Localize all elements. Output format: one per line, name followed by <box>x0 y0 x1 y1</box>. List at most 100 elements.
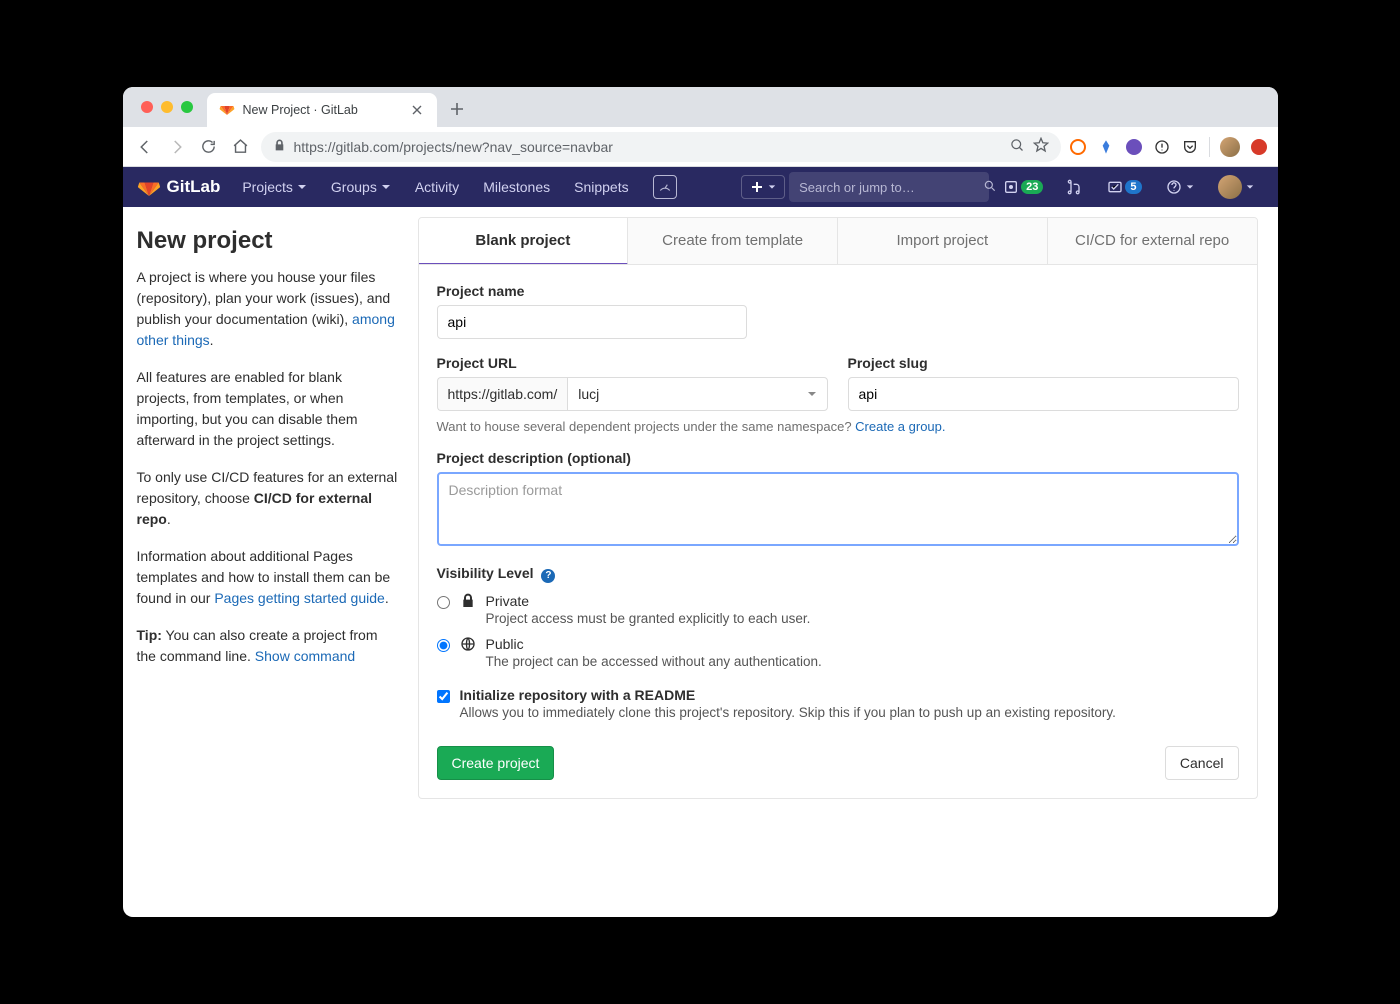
bookmark-star-icon[interactable] <box>1033 137 1049 156</box>
extension-icon[interactable] <box>1153 138 1171 156</box>
window-minimize-button[interactable] <box>161 101 173 113</box>
extension-icon[interactable] <box>1125 138 1143 156</box>
issues-count: 23 <box>1021 180 1043 194</box>
gitlab-favicon-icon <box>219 101 235 120</box>
todos-count: 5 <box>1125 180 1141 194</box>
nav-todos[interactable]: 5 <box>1097 173 1151 201</box>
merge-request-icon <box>1067 179 1083 195</box>
visibility-private: Private Project access must be granted e… <box>437 593 1239 626</box>
nav-activity[interactable]: Activity <box>405 173 469 201</box>
readme-title: Initialize repository with a README <box>460 687 1239 703</box>
sidebar: New project A project is where you house… <box>123 207 418 917</box>
tab-create-from-template[interactable]: Create from template <box>628 218 838 264</box>
page-content: New project A project is where you house… <box>123 207 1278 917</box>
namespace-value: lucj <box>578 386 599 402</box>
nav-home-button[interactable] <box>229 135 253 159</box>
main-form: Blank project Create from template Impor… <box>418 207 1278 917</box>
label-project-slug: Project slug <box>848 355 1239 371</box>
lock-icon <box>273 139 286 155</box>
issues-icon <box>1003 179 1019 195</box>
nav-user-menu[interactable] <box>1208 169 1264 205</box>
pocket-icon[interactable] <box>1181 138 1199 156</box>
nav-forward-button[interactable] <box>165 135 189 159</box>
sidebar-link-pages-guide[interactable]: Pages getting started guide <box>214 590 384 606</box>
window-maximize-button[interactable] <box>181 101 193 113</box>
tab-cicd-external[interactable]: CI/CD for external repo <box>1048 218 1257 264</box>
nav-snippets[interactable]: Snippets <box>564 173 638 201</box>
radio-private[interactable] <box>437 596 450 609</box>
tab-close-icon[interactable] <box>409 102 425 118</box>
extension-icon[interactable] <box>1069 138 1087 156</box>
chevron-down-icon <box>807 386 817 402</box>
nav-reload-button[interactable] <box>197 135 221 159</box>
new-tab-button[interactable] <box>443 95 471 123</box>
search-input[interactable] <box>799 180 975 195</box>
visibility-public: Public The project can be accessed witho… <box>437 636 1239 669</box>
browser-tab[interactable]: New Project · GitLab <box>207 93 437 127</box>
namespace-hint: Want to house several dependent projects… <box>437 419 1239 434</box>
gauge-icon <box>653 175 677 199</box>
radio-public[interactable] <box>437 639 450 652</box>
lock-icon <box>460 593 476 612</box>
input-description[interactable] <box>437 472 1239 546</box>
extension-icon[interactable] <box>1097 138 1115 156</box>
window-controls <box>141 101 193 113</box>
sidebar-link-show-command[interactable]: Show command <box>255 648 355 664</box>
nav-groups[interactable]: Groups <box>321 173 401 201</box>
form-actions: Create project Cancel <box>437 746 1239 780</box>
public-desc: The project can be accessed without any … <box>486 654 1239 669</box>
nav-projects[interactable]: Projects <box>232 173 317 201</box>
help-icon[interactable]: ? <box>541 569 555 583</box>
address-bar: https://gitlab.com/projects/new?nav_sour… <box>123 127 1278 167</box>
extension-icon[interactable] <box>1250 138 1268 156</box>
private-desc: Project access must be granted explicitl… <box>486 611 1239 626</box>
form-body: Project name Project URL https://gitlab.… <box>418 265 1258 799</box>
brand-text: GitLab <box>167 177 221 197</box>
nav-plus-button[interactable] <box>741 175 785 199</box>
nav-search[interactable] <box>789 172 989 202</box>
nav-back-button[interactable] <box>133 135 157 159</box>
project-tabs: Blank project Create from template Impor… <box>418 217 1258 265</box>
url-text: https://gitlab.com/projects/new?nav_sour… <box>294 139 1002 155</box>
nav-milestones[interactable]: Milestones <box>473 173 560 201</box>
nav-merge-requests[interactable] <box>1057 173 1093 201</box>
sidebar-p3: To only use CI/CD features for an extern… <box>137 467 398 530</box>
nav-help[interactable] <box>1156 173 1204 201</box>
separator <box>1209 137 1210 157</box>
user-avatar <box>1218 175 1242 199</box>
gitlab-navbar: GitLab Projects Groups Activity Mileston… <box>123 167 1278 207</box>
url-field[interactable]: https://gitlab.com/projects/new?nav_sour… <box>261 132 1061 162</box>
input-project-slug[interactable] <box>848 377 1239 411</box>
browser-window: New Project · GitLab https://gitlab.com/… <box>123 87 1278 917</box>
nav-performance[interactable] <box>643 169 687 205</box>
public-title: Public <box>486 636 1239 652</box>
project-url-group: https://gitlab.com/ lucj <box>437 377 828 411</box>
sidebar-p5: Tip: You can also create a project from … <box>137 625 398 667</box>
chrome-tab-strip: New Project · GitLab <box>123 87 1278 127</box>
zoom-icon[interactable] <box>1010 138 1025 156</box>
checkbox-readme[interactable] <box>437 690 450 703</box>
help-icon <box>1166 179 1182 195</box>
readme-row: Initialize repository with a README Allo… <box>437 687 1239 720</box>
sidebar-p1: A project is where you house your files … <box>137 267 398 351</box>
cancel-button[interactable]: Cancel <box>1165 746 1239 780</box>
window-close-button[interactable] <box>141 101 153 113</box>
globe-icon <box>460 636 476 655</box>
todos-icon <box>1107 179 1123 195</box>
gitlab-logo[interactable]: GitLab <box>137 175 221 199</box>
input-project-name[interactable] <box>437 305 747 339</box>
tab-import-project[interactable]: Import project <box>838 218 1048 264</box>
create-project-button[interactable]: Create project <box>437 746 555 780</box>
label-project-name: Project name <box>437 283 1239 299</box>
label-visibility: Visibility Level ? <box>437 565 1239 583</box>
label-description: Project description (optional) <box>437 450 1239 466</box>
readme-desc: Allows you to immediately clone this pro… <box>460 705 1239 720</box>
url-prefix: https://gitlab.com/ <box>437 377 568 411</box>
profile-avatar[interactable] <box>1220 137 1240 157</box>
tab-blank-project[interactable]: Blank project <box>419 218 629 265</box>
private-title: Private <box>486 593 1239 609</box>
nav-issues[interactable]: 23 <box>993 173 1053 201</box>
sidebar-p2: All features are enabled for blank proje… <box>137 367 398 451</box>
link-create-group[interactable]: Create a group. <box>855 419 945 434</box>
namespace-select[interactable]: lucj <box>567 377 827 411</box>
